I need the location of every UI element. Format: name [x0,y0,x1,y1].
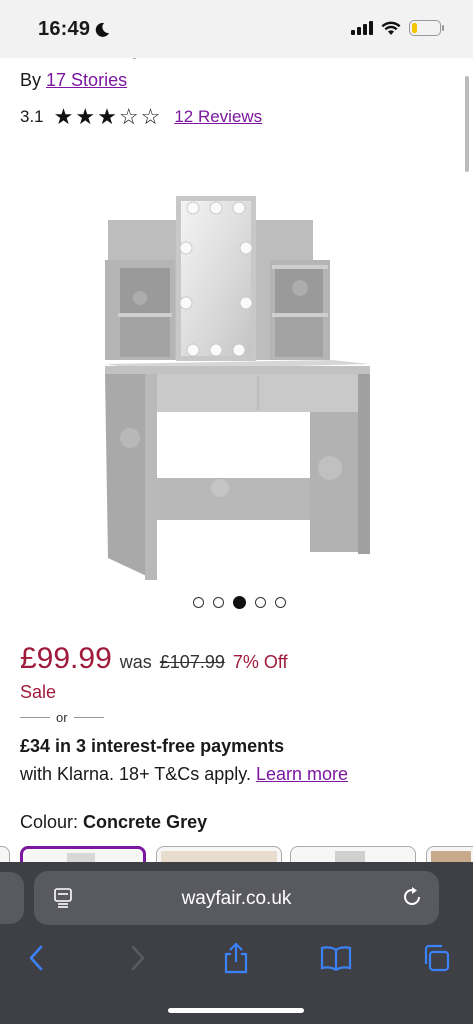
colour-row: Colour: Concrete Grey [20,812,207,833]
brand-link[interactable]: 17 Stories [46,70,127,90]
star-empty-icon: ☆ [118,104,139,129]
share-icon [224,942,248,974]
forward-button[interactable] [120,940,156,976]
carousel-dot[interactable] [193,597,204,608]
chevron-right-icon [131,945,145,971]
moon-icon [95,22,110,37]
price-row: £99.99 was £107.99 7% Off [20,642,288,676]
time-text: 16:49 [38,18,91,40]
klarna-info: with Klarna. 18+ T&Cs apply. Learn more [20,764,348,785]
product-page: g By 17 Stories 3.1 ★ ★ ★ ☆ ☆ 12 Reviews [0,58,473,866]
cellular-signal-icon [351,21,373,35]
carousel-dot[interactable] [213,597,224,608]
previous-tab-preview[interactable] [0,872,24,924]
address-bar[interactable]: wayfair.co.uk [34,871,439,925]
brand-prefix: By [20,70,42,90]
current-price: £99.99 [20,642,112,675]
klarna-title: £34 in 3 interest-free payments [20,736,285,756]
colour-label: Colour: [20,812,79,832]
bookmarks-button[interactable] [318,940,354,976]
star-empty-icon: ☆ [140,104,161,129]
share-button[interactable] [218,940,254,976]
product-title-clipped: g [20,58,220,64]
rating-value: 3.1 [20,107,44,126]
browser-nav-toolbar [0,940,473,980]
tabs-icon [424,944,450,972]
star-rating: ★ ★ ★ ☆ ☆ [54,106,161,128]
carousel-dot-active[interactable] [233,596,246,609]
colour-value: Concrete Grey [83,812,208,832]
svg-text:g: g [130,58,139,59]
image-carousel-dots [193,596,286,609]
rating-row: 3.1 ★ ★ ★ ☆ ☆ 12 Reviews [20,106,262,128]
star-filled-icon: ★ [97,104,117,129]
discount-badge: 7% Off [232,652,288,672]
star-filled-icon: ★ [75,104,96,129]
wifi-icon [381,21,401,35]
status-icons [351,20,444,36]
battery-icon [409,20,444,36]
reload-icon[interactable] [401,886,423,908]
or-label: or [56,710,68,725]
url-text: wayfair.co.uk [181,888,292,909]
or-divider: or [20,710,104,725]
tabs-button[interactable] [418,940,454,976]
chevron-left-icon [29,945,43,971]
klarna-terms: with Klarna. 18+ T&Cs apply. [20,764,251,784]
book-icon [320,946,352,971]
scrollbar[interactable] [465,76,469,172]
status-bar: 16:49 [0,0,473,58]
brand-line: By 17 Stories [20,70,127,91]
browser-toolbar: wayfair.co.uk [0,862,473,1024]
product-image[interactable] [100,188,375,588]
was-label: was [119,652,152,672]
star-filled-icon: ★ [53,104,74,129]
carousel-dot[interactable] [275,597,286,608]
status-time: 16:49 [38,18,110,41]
back-button[interactable] [18,940,54,976]
home-indicator [168,1008,304,1013]
reviews-link[interactable]: 12 Reviews [174,107,262,127]
carousel-dot[interactable] [255,597,266,608]
learn-more-link[interactable]: Learn more [256,764,348,784]
was-price: £107.99 [159,652,225,672]
sale-label: Sale [20,682,57,702]
